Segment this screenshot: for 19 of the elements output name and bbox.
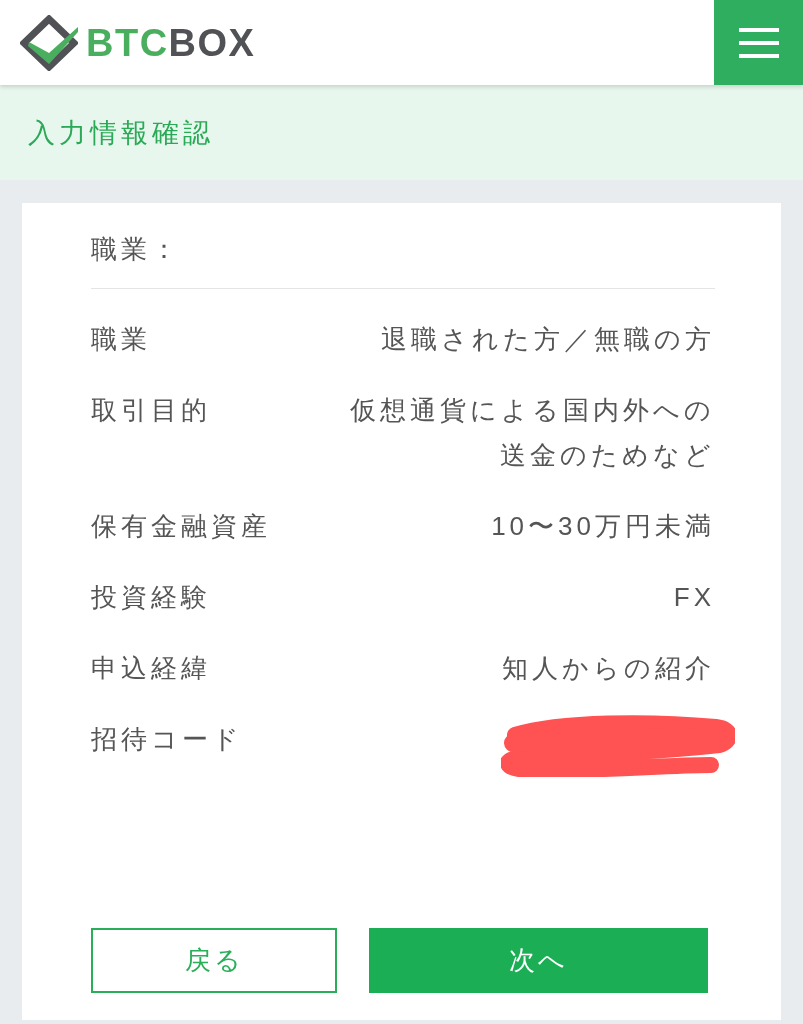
- field-label: 職業: [91, 323, 151, 356]
- field-value: 10〜30万円未満: [491, 510, 715, 543]
- back-button[interactable]: 戻る: [91, 928, 337, 993]
- page-title: 入力情報確認: [28, 116, 214, 150]
- next-button[interactable]: 次へ: [369, 928, 708, 993]
- field-value: FX: [673, 581, 715, 614]
- menu-icon: [738, 27, 779, 58]
- logo-text: BTCBOX: [86, 23, 256, 62]
- field-value: 知人からの紹介: [502, 652, 715, 685]
- field-value: 仮想通貨による国内外への送金のためなど: [349, 394, 715, 472]
- section-heading: 職業：: [91, 233, 182, 266]
- field-label: 投資経験: [91, 581, 211, 614]
- menu-button[interactable]: [714, 0, 803, 85]
- field-label: 申込経緯: [91, 652, 211, 685]
- field-value: 退職された方／無職の方: [381, 323, 715, 356]
- field-label: 取引目的: [91, 394, 211, 427]
- logo-icon: [20, 14, 78, 71]
- field-label: 招待コード: [91, 723, 243, 756]
- field-label: 保有金融資産: [91, 510, 271, 543]
